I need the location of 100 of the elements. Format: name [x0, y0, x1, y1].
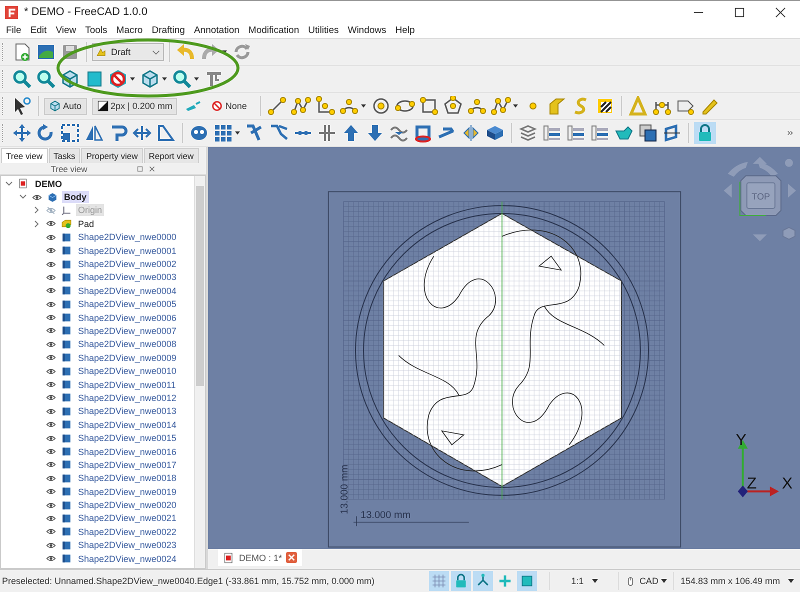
- tree-item[interactable]: Body: [62, 191, 88, 204]
- eye-icon[interactable]: [46, 421, 56, 428]
- eye-icon[interactable]: [46, 394, 56, 402]
- line-style-button[interactable]: 2px | 0.200 mm: [92, 98, 178, 114]
- menu-item[interactable]: Help: [391, 25, 419, 36]
- menu-item[interactable]: Modification: [244, 25, 304, 36]
- caret-icon[interactable]: [130, 77, 135, 81]
- menu-item[interactable]: View: [52, 25, 80, 36]
- tree-item[interactable]: Shape2DView_nwe0014: [76, 418, 178, 431]
- line-icon[interactable]: [266, 95, 288, 117]
- eye-icon[interactable]: [46, 528, 56, 536]
- eye-icon[interactable]: [46, 368, 56, 375]
- tree-item[interactable]: Shape2DView_nwe0018: [76, 472, 178, 484]
- panel-tab[interactable]: Property view: [81, 148, 143, 163]
- chevron-down-icon[interactable]: [19, 193, 27, 202]
- eye-icon[interactable]: [46, 354, 56, 362]
- eye-icon[interactable]: [32, 194, 42, 201]
- scrollbar-thumb[interactable]: [196, 186, 204, 386]
- menu-item[interactable]: Annotation: [190, 25, 244, 36]
- polyline-icon[interactable]: [290, 95, 312, 117]
- menu-item[interactable]: Macro: [112, 25, 147, 36]
- eye-icon[interactable]: [46, 448, 56, 455]
- panel-tab[interactable]: Report view: [144, 148, 199, 163]
- scale-dropdown[interactable]: 1:1: [549, 572, 618, 590]
- zoom-icon[interactable]: [171, 68, 193, 90]
- tree-item[interactable]: Shape2DView_nwe0007: [76, 324, 178, 337]
- float-icon[interactable]: [137, 166, 144, 172]
- chevron-down-icon[interactable]: [5, 180, 13, 188]
- lock-toggle-icon[interactable]: [451, 571, 472, 591]
- menu-item[interactable]: Utilities: [304, 25, 343, 36]
- eye-icon[interactable]: [46, 461, 56, 468]
- eye-icon[interactable]: [46, 260, 56, 268]
- construction-button[interactable]: Auto: [44, 98, 87, 114]
- frame-icon[interactable]: [661, 122, 683, 144]
- chevrons-right-icon[interactable]: [787, 130, 794, 136]
- eye-icon[interactable]: [46, 220, 56, 228]
- eye-icon[interactable]: [46, 314, 56, 322]
- square-toggle-icon[interactable]: [517, 571, 538, 591]
- tree-item[interactable]: Shape2DView_nwe0019: [76, 486, 178, 498]
- panel-tab[interactable]: Tasks: [48, 148, 80, 163]
- tree-item[interactable]: Shape2DView_nwe0005: [76, 298, 178, 310]
- menu-item[interactable]: Windows: [344, 25, 390, 36]
- tree-item[interactable]: Shape2DView_nwe0000: [76, 231, 178, 244]
- tree-item[interactable]: Shape2DView_nwe0001: [76, 244, 178, 257]
- eye-icon[interactable]: [46, 287, 56, 294]
- tree-item[interactable]: Pad: [76, 218, 96, 230]
- grid-icon[interactable]: [212, 122, 234, 144]
- tree-item[interactable]: Shape2DView_nwe0006: [76, 312, 178, 324]
- eye-icon[interactable]: [46, 474, 56, 482]
- menu-item[interactable]: Edit: [26, 25, 51, 36]
- tree-item[interactable]: Shape2DView_nwe0003: [76, 271, 178, 284]
- eye-icon[interactable]: [46, 340, 56, 348]
- eye-icon[interactable]: [46, 434, 56, 442]
- tree-item[interactable]: Shape2DView_nwe0004: [76, 284, 178, 297]
- move-icon[interactable]: [11, 122, 33, 144]
- eye-icon[interactable]: [46, 555, 56, 562]
- chevron-right-icon[interactable]: [33, 206, 41, 214]
- zoom-icon[interactable]: [11, 68, 33, 90]
- tree-item[interactable]: Shape2DView_nwe0021: [76, 512, 178, 524]
- autogroup-button[interactable]: None: [206, 98, 252, 114]
- panel-tab[interactable]: Tree view: [1, 148, 48, 163]
- caret-icon[interactable]: [512, 104, 518, 108]
- eye-icon[interactable]: [46, 408, 56, 415]
- fillet-icon[interactable]: [314, 95, 336, 117]
- tree-item[interactable]: Shape2DView_nwe0022: [76, 526, 178, 538]
- rectangle-icon[interactable]: [418, 95, 440, 117]
- no-entry-icon[interactable]: [107, 68, 129, 90]
- lock-icon[interactable]: [694, 122, 716, 144]
- tree-item[interactable]: Shape2DView_nwe0017: [76, 458, 178, 471]
- tree-item[interactable]: Shape2DView_nwe0020: [76, 499, 178, 512]
- overlap-icon[interactable]: [637, 122, 659, 144]
- menu-dot-icon[interactable]: [784, 158, 793, 167]
- snap-toggle-icon[interactable]: [473, 571, 494, 591]
- dimensions-dropdown[interactable]: 154.83 mm x 106.49 mm: [673, 572, 800, 590]
- join-icon[interactable]: [316, 122, 338, 144]
- polygon-icon[interactable]: [442, 95, 464, 117]
- eye-icon[interactable]: [46, 274, 56, 281]
- tree-item[interactable]: Shape2DView_nwe0010: [76, 365, 178, 378]
- eye-icon[interactable]: [46, 381, 56, 388]
- eye-icon[interactable]: [46, 514, 56, 522]
- scale-icon[interactable]: [59, 122, 81, 144]
- tree-item[interactable]: Shape2DView_nwe0009: [76, 352, 178, 364]
- eye-icon[interactable]: [46, 247, 56, 254]
- caret-icon[interactable]: [162, 77, 167, 81]
- tree-item[interactable]: Shape2DView_nwe0024: [76, 552, 178, 565]
- tree-item[interactable]: Shape2DView_nwe0011: [76, 378, 178, 391]
- eye-icon[interactable]: [46, 327, 56, 334]
- caret-icon[interactable]: [235, 131, 240, 135]
- eye-icon[interactable]: [46, 234, 56, 241]
- eye-hidden-icon[interactable]: [46, 206, 56, 214]
- caret-icon[interactable]: [222, 50, 227, 54]
- tree-item[interactable]: Shape2DView_nwe0015: [76, 432, 178, 444]
- tree-item[interactable]: Shape2DView_nwe0016: [76, 446, 178, 458]
- menu-item[interactable]: File: [2, 25, 26, 36]
- document-tab[interactable]: DEMO : 1*: [218, 549, 302, 566]
- menu-item[interactable]: Tools: [81, 25, 112, 36]
- tree-item[interactable]: Shape2DView_nwe0008: [76, 338, 178, 350]
- caret-icon[interactable]: [360, 104, 366, 108]
- zoom-icon[interactable]: [35, 68, 57, 90]
- eye-icon[interactable]: [46, 502, 56, 509]
